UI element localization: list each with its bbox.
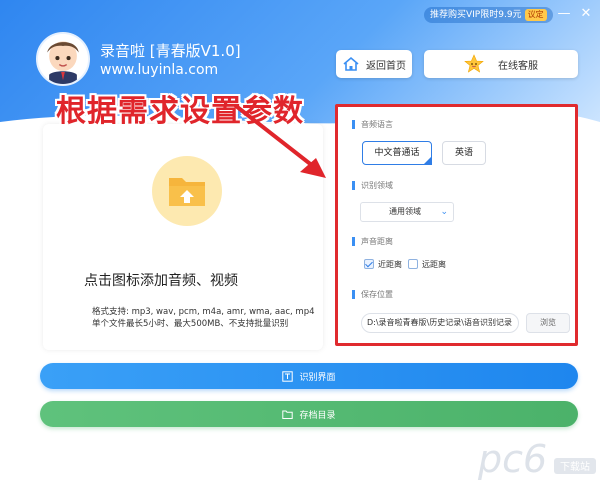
app-title: 录音啦 [青春版V1.0] xyxy=(100,42,241,60)
upload-title: 点击图标添加音频、视频 xyxy=(84,273,238,289)
app-url: www.luyinla.com xyxy=(100,62,219,78)
archive-label: 存档目录 xyxy=(299,410,336,421)
upload-folder-button[interactable] xyxy=(152,156,222,226)
domain-section-label: 识别领域 xyxy=(361,181,393,190)
browse-button[interactable]: 浏览 xyxy=(526,313,570,333)
language-option-english[interactable]: 英语 xyxy=(442,141,486,165)
star-face-icon xyxy=(464,54,484,73)
language-option-mandarin-label: 中文普通话 xyxy=(374,148,420,158)
language-section-label: 音频语言 xyxy=(361,120,393,129)
online-service-button[interactable]: 在线客服 xyxy=(424,50,578,78)
chevron-down-icon: ⌄ xyxy=(440,207,448,217)
minimize-button[interactable]: — xyxy=(556,6,572,22)
home-button-label: 返回首页 xyxy=(366,60,406,72)
domain-select[interactable]: 通用领域 ⌄ xyxy=(360,202,454,222)
home-icon xyxy=(343,56,359,71)
language-option-mandarin[interactable]: 中文普通话 xyxy=(362,141,432,165)
archive-folder-icon xyxy=(282,410,294,419)
save-path-input[interactable]: D:\录音啦青春版\历史记录\语音识别记录 xyxy=(361,313,519,333)
save-section-label: 保存位置 xyxy=(361,290,393,299)
watermark-text: pc6 xyxy=(477,437,547,481)
far-distance-checkbox[interactable] xyxy=(408,259,418,269)
section-marker xyxy=(352,181,355,190)
online-service-label: 在线客服 xyxy=(498,60,538,72)
avatar xyxy=(36,32,90,86)
upload-limits: 单个文件最长5小时、最大500MB、不支持批量识别 xyxy=(92,319,289,329)
recognize-icon xyxy=(282,370,294,382)
watermark-sub: 下载站 xyxy=(560,460,590,473)
vip-promo[interactable]: 推荐购买VIP限时9.9元 议定 xyxy=(424,7,553,23)
annotation-arrow-icon xyxy=(234,104,326,178)
near-distance-checkbox[interactable] xyxy=(364,259,374,269)
section-marker xyxy=(352,290,355,299)
selected-corner-icon xyxy=(423,156,432,165)
avatar-cartoon-icon xyxy=(38,34,88,84)
recognize-label: 识别界面 xyxy=(299,372,336,383)
vip-promo-text: 推荐购买VIP限时9.9元 xyxy=(430,10,522,20)
home-button[interactable]: 返回首页 xyxy=(336,50,412,78)
upload-formats: 格式支持: mp3, wav, pcm, m4a, amr, wma, aac,… xyxy=(92,307,315,317)
recognize-button[interactable]: 识别界面 xyxy=(40,363,578,389)
near-distance-label: 近距离 xyxy=(378,260,402,269)
archive-button[interactable]: 存档目录 xyxy=(40,401,578,427)
vip-promo-badge: 议定 xyxy=(524,9,547,21)
close-button[interactable]: ✕ xyxy=(578,6,594,22)
pc6-watermark: pc6 下载站 xyxy=(477,437,596,481)
section-marker xyxy=(352,237,355,246)
distance-section-label: 声音距离 xyxy=(361,237,393,246)
far-distance-label: 远距离 xyxy=(422,260,446,269)
app-window: 推荐购买VIP限时9.9元 议定 — ✕ 录音啦 [青春版V1.0] www.lu… xyxy=(0,0,600,487)
folder-upload-icon xyxy=(169,178,205,206)
domain-select-value: 通用领域 xyxy=(389,207,421,216)
section-marker xyxy=(352,120,355,129)
